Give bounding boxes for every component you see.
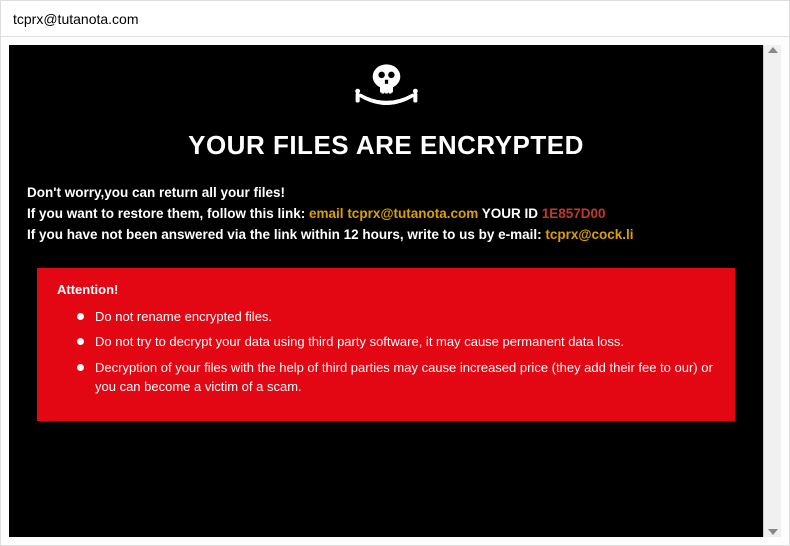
window-titlebar[interactable]: tcprx@tutanota.com (1, 1, 789, 37)
pirate-skull-icon (27, 57, 745, 122)
text: If you have not been answered via the li… (27, 227, 545, 242)
info-line-2: If you want to restore them, follow this… (27, 204, 745, 225)
content-area: YOUR FILES ARE ENCRYPTED Don't worry,you… (9, 45, 781, 537)
attention-box: Attention! Do not rename encrypted files… (37, 268, 735, 421)
ransom-note: YOUR FILES ARE ENCRYPTED Don't worry,you… (9, 45, 763, 537)
info-line-3: If you have not been answered via the li… (27, 225, 745, 246)
scroll-up-icon[interactable] (768, 45, 778, 55)
list-item: Do not try to decrypt your data using th… (77, 332, 715, 352)
info-line-1: Don't worry,you can return all your file… (27, 183, 745, 204)
attention-list: Do not rename encrypted files. Do not tr… (57, 307, 715, 397)
email-label: email (309, 206, 347, 221)
contact-email-1: tcprx@tutanota.com (347, 206, 478, 221)
contact-email-2: tcprx@cock.li (545, 227, 633, 242)
scroll-down-icon[interactable] (768, 527, 778, 537)
text: YOUR ID (478, 206, 542, 221)
info-block: Don't worry,you can return all your file… (27, 183, 745, 246)
attention-title: Attention! (57, 282, 715, 297)
text: If you want to restore them, follow this… (27, 206, 309, 221)
list-item: Do not rename encrypted files. (77, 307, 715, 327)
window-title: tcprx@tutanota.com (13, 11, 139, 27)
main-heading: YOUR FILES ARE ENCRYPTED (27, 130, 745, 161)
victim-id: 1E857D00 (542, 206, 606, 221)
list-item: Decryption of your files with the help o… (77, 358, 715, 397)
vertical-scrollbar[interactable] (763, 45, 781, 537)
